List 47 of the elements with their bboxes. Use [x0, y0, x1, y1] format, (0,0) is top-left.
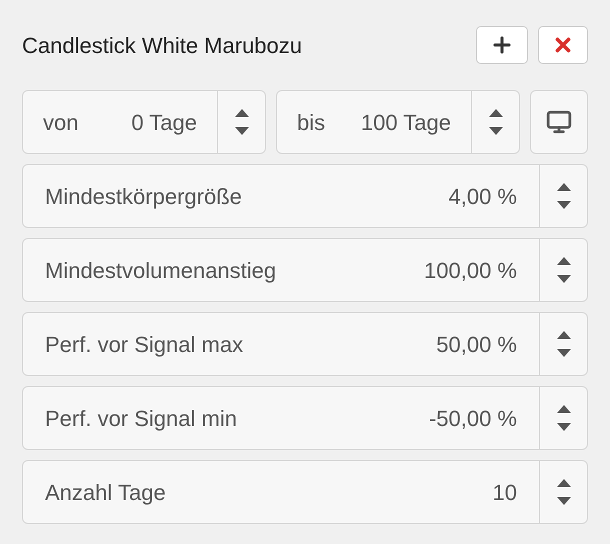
- down-arrow-icon[interactable]: [556, 349, 570, 357]
- range-field[interactable]: bis 100 Tage: [276, 90, 472, 154]
- up-arrow-icon[interactable]: [234, 109, 248, 117]
- down-arrow-icon[interactable]: [234, 127, 248, 135]
- parameter-label: Anzahl Tage: [45, 478, 166, 507]
- parameter-value: -50,00 %: [428, 404, 517, 432]
- parameter-value: 4,00 %: [448, 182, 517, 210]
- add-button[interactable]: [476, 26, 528, 64]
- spinner-control[interactable]: [540, 386, 588, 450]
- spinner-control[interactable]: [540, 238, 588, 302]
- close-button[interactable]: [538, 26, 588, 64]
- parameter-field[interactable]: Perf. vor Signal min -50,00 %: [22, 386, 540, 450]
- down-arrow-icon[interactable]: [556, 201, 570, 209]
- display-button[interactable]: [530, 90, 588, 154]
- up-arrow-icon[interactable]: [556, 183, 570, 191]
- down-arrow-icon[interactable]: [556, 275, 570, 283]
- parameter-value: 100,00 %: [424, 256, 517, 284]
- parameter-field[interactable]: Mindestkörpergröße 4,00 %: [22, 164, 540, 228]
- up-arrow-icon[interactable]: [488, 109, 502, 117]
- parameter-field[interactable]: Mindestvolumenanstieg 100,00 %: [22, 238, 540, 302]
- parameter-label: Mindestvolumenanstieg: [45, 256, 276, 285]
- spinner-control[interactable]: [218, 90, 266, 154]
- range-prefix: bis: [297, 108, 326, 136]
- down-arrow-icon[interactable]: [488, 127, 502, 135]
- parameter-value: 50,00 %: [436, 330, 517, 358]
- panel-title: Candlestick White Marubozu: [22, 32, 304, 60]
- up-arrow-icon[interactable]: [556, 331, 570, 339]
- up-arrow-icon[interactable]: [556, 479, 570, 487]
- monitor-icon: [546, 109, 572, 135]
- down-arrow-icon[interactable]: [556, 423, 570, 431]
- parameter-value: 10: [492, 478, 517, 506]
- spinner-control[interactable]: [472, 90, 520, 154]
- range-value: 0 Tage: [131, 108, 197, 137]
- parameter-label: Perf. vor Signal max: [45, 330, 244, 359]
- spinner-control[interactable]: [540, 460, 588, 524]
- down-arrow-icon[interactable]: [556, 497, 570, 505]
- range-value: 100 Tage: [360, 108, 451, 137]
- up-arrow-icon[interactable]: [556, 405, 570, 413]
- parameter-field[interactable]: Anzahl Tage 10: [22, 460, 540, 524]
- spinner-control[interactable]: [540, 164, 588, 228]
- parameter-field[interactable]: Perf. vor Signal max 50,00 %: [22, 312, 540, 376]
- parameter-label: Mindestkörpergröße: [45, 182, 242, 211]
- range-field[interactable]: von 0 Tage: [22, 90, 218, 154]
- parameter-label: Perf. vor Signal min: [45, 404, 237, 433]
- up-arrow-icon[interactable]: [556, 257, 570, 265]
- spinner-control[interactable]: [540, 312, 588, 376]
- range-prefix: von: [43, 108, 78, 136]
